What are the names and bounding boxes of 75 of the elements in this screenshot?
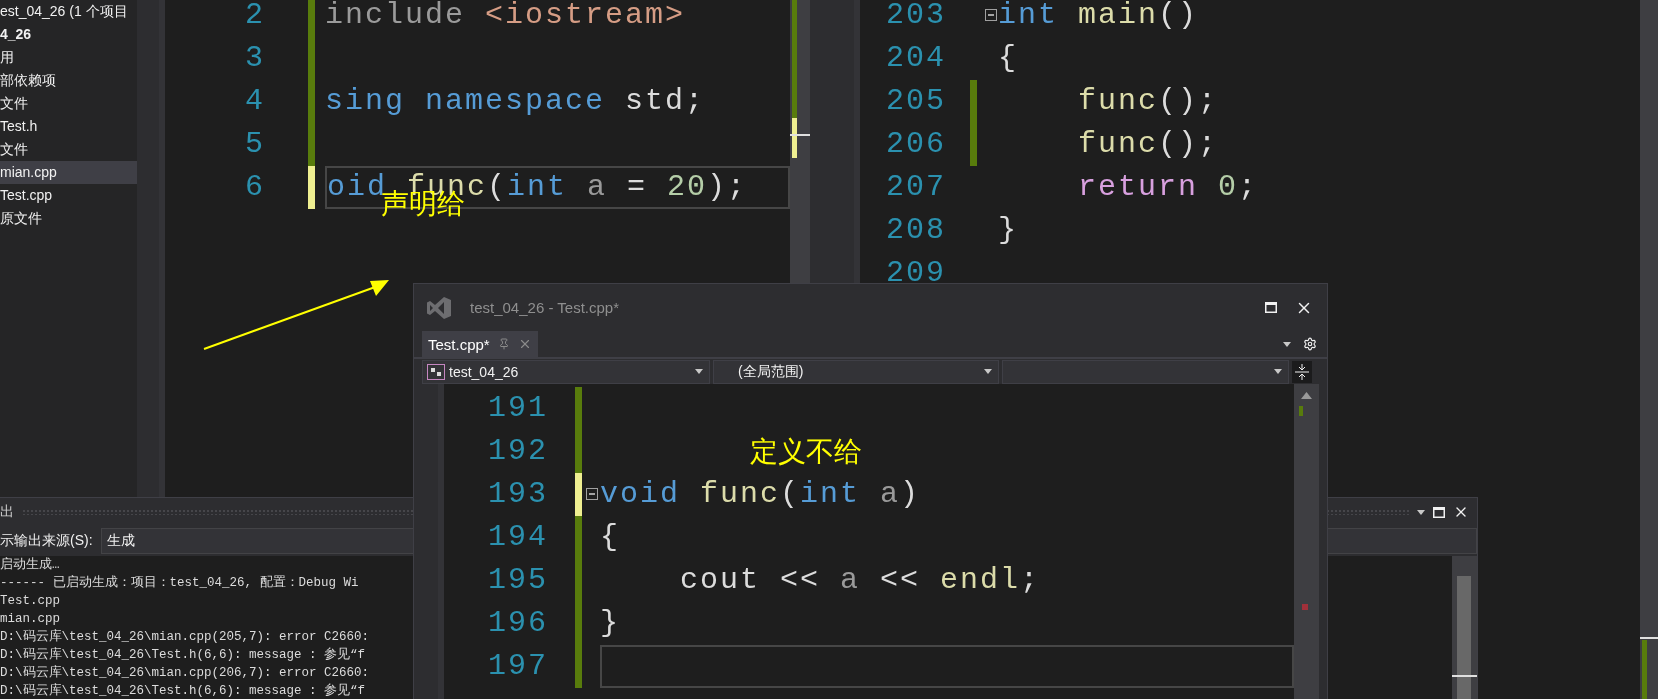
code-line: } xyxy=(998,212,1019,249)
line-number: 195 xyxy=(488,562,548,599)
tree-item[interactable]: est_04_26 (1 个项目 xyxy=(0,0,137,23)
tree-item[interactable]: Test.h xyxy=(0,115,137,138)
code-line: } xyxy=(600,605,621,642)
line-number: 196 xyxy=(488,605,548,642)
line-number: 191 xyxy=(488,390,548,427)
code-line: return 0; xyxy=(1077,169,1260,206)
line-number: 5 xyxy=(245,126,265,163)
line-number: 4 xyxy=(245,83,265,120)
tree-item[interactable]: mian.cpp xyxy=(0,161,137,184)
line-number: 205 xyxy=(886,83,946,120)
line-number: 3 xyxy=(245,40,265,77)
window-title: test_04_26 - Test.cpp* xyxy=(470,299,620,316)
caret-icon xyxy=(1283,341,1291,347)
output-line: D:\码云库\test_04_26\mian.cpp(206,7): error C2660: xyxy=(0,664,370,682)
output-line: Test.cpp xyxy=(0,593,60,610)
scrollbar[interactable] xyxy=(1452,556,1477,699)
line-number: 204 xyxy=(886,40,946,77)
output-line: D:\码云库\test_04_26\Test.h(6,6): message : 参见“f xyxy=(0,646,366,664)
code-line: { xyxy=(998,40,1019,77)
scope-dropdown[interactable]: (全局范围) xyxy=(713,359,999,384)
settings-icon[interactable] xyxy=(1303,337,1317,351)
tree-item[interactable]: 用 xyxy=(0,46,137,69)
caret-icon xyxy=(984,369,992,374)
code-line: include <iostream> xyxy=(325,0,687,34)
code-line: { xyxy=(600,519,621,556)
tree-item[interactable]: Test.cpp xyxy=(0,184,137,207)
line-number: 208 xyxy=(886,212,946,249)
output-line: mian.cpp xyxy=(0,611,60,628)
scrollbar[interactable] xyxy=(1640,0,1658,699)
tree-item[interactable]: 原文件 xyxy=(0,207,137,230)
error-marker xyxy=(1302,604,1308,610)
line-number: 203 xyxy=(886,0,946,34)
output-line: D:\码云库\test_04_26\Test.h(6,6): message : 参见“f xyxy=(0,682,366,699)
scroll-up-icon[interactable] xyxy=(1301,392,1312,399)
maximize-icon[interactable] xyxy=(1433,506,1445,518)
maximize-icon[interactable] xyxy=(1265,302,1277,313)
scrollbar[interactable] xyxy=(1294,384,1319,699)
code-line: int main() xyxy=(998,0,1200,34)
line-number: 206 xyxy=(886,126,946,163)
line-number: 2 xyxy=(245,0,265,34)
caret-icon xyxy=(1417,509,1425,515)
project-icon xyxy=(427,363,445,380)
line-number: 197 xyxy=(488,648,548,685)
code-line: sing namespace std; xyxy=(325,83,707,120)
output-line: D:\码云库\test_04_26\mian.cpp(205,7): error C2660: xyxy=(0,628,370,646)
code-line: void func(int a) xyxy=(600,476,922,513)
output-line: 启动生成… xyxy=(0,556,60,574)
line-number: 193 xyxy=(488,476,548,513)
project-dropdown[interactable]: test_04_26 xyxy=(422,359,710,384)
source-label: 示输出来源(S): xyxy=(0,532,93,550)
line-number: 192 xyxy=(488,433,548,470)
line-number: 194 xyxy=(488,519,548,556)
line-number: 207 xyxy=(886,169,946,206)
file-tab[interactable]: Test.cpp* xyxy=(422,331,538,357)
caret-icon xyxy=(1274,369,1282,374)
caret-icon xyxy=(695,369,703,374)
panel-title: 出 xyxy=(0,503,14,521)
line-number: 209 xyxy=(886,255,946,292)
collapse-icon[interactable] xyxy=(985,8,997,21)
code-line: func(); xyxy=(1077,126,1220,163)
code-line: cout << a << endl; xyxy=(679,562,1042,599)
window-logo-icon xyxy=(426,295,452,320)
code-line: func(); xyxy=(1077,83,1220,120)
output-line: ------ 已启动生成：项目：test_04_26, 配置：Debug Wi xyxy=(0,574,359,592)
line-number: 6 xyxy=(245,169,265,206)
collapse-icon[interactable] xyxy=(586,487,598,500)
tree-item[interactable]: 文件 xyxy=(0,92,137,115)
tree-item[interactable]: 4_26 xyxy=(0,23,137,46)
tree-item[interactable]: 文件 xyxy=(0,138,137,161)
pin-icon[interactable] xyxy=(497,338,510,350)
split-icon[interactable] xyxy=(1292,360,1312,383)
annotation-text: 定义不给 xyxy=(750,434,862,470)
tree-item[interactable]: 部依赖项 xyxy=(0,69,137,92)
